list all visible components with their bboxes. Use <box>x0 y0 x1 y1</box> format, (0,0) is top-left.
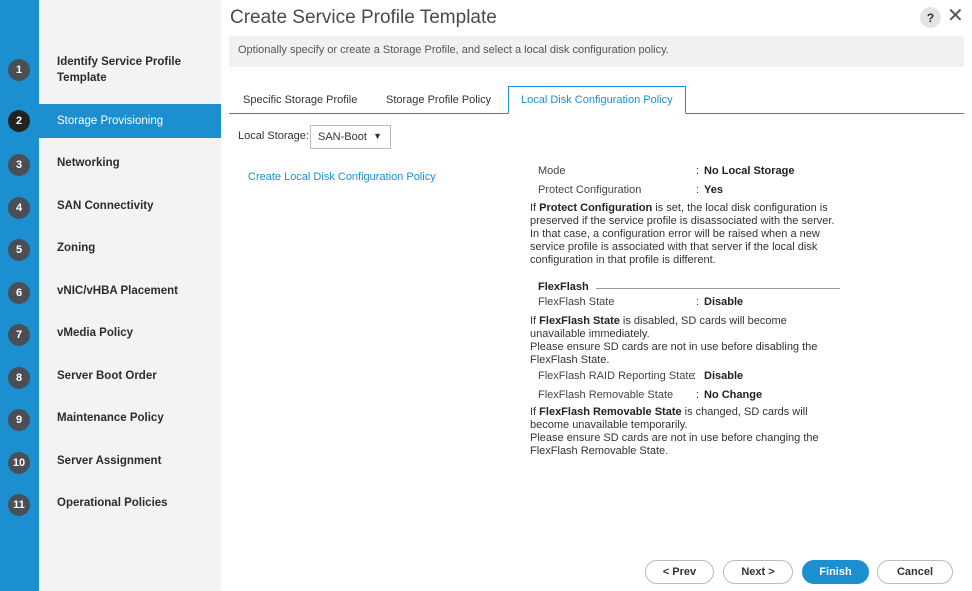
step-label: Server Assignment <box>57 455 162 467</box>
step-vnic-vhba-placement[interactable]: 6 vNIC/vHBA Placement <box>8 276 221 306</box>
flexflash-removable-value: No Change <box>704 389 763 401</box>
step-number: 5 <box>8 239 30 261</box>
step-number: 10 <box>8 452 30 474</box>
chevron-down-icon: ▼ <box>373 131 382 141</box>
mode-label: Mode <box>538 165 566 177</box>
step-number: 3 <box>8 154 30 176</box>
step-label: Storage Provisioning <box>57 115 164 127</box>
finish-button[interactable]: Finish <box>802 560 869 584</box>
protect-configuration-label: Protect Configuration <box>538 184 642 196</box>
note-emphasis: FlexFlash State <box>539 315 620 327</box>
step-label: vNIC/vHBA Placement <box>57 285 179 297</box>
separator: : <box>696 296 700 308</box>
step-label: Maintenance Policy <box>57 412 164 424</box>
tab-specific-storage-profile[interactable]: Specific Storage Profile <box>243 86 357 114</box>
description-banner: Optionally specify or create a Storage P… <box>229 36 964 67</box>
step-label: Identify Service Profile Template <box>57 56 181 84</box>
separator: : <box>696 165 700 177</box>
step-identify-service-profile-template[interactable]: 1 Identify Service Profile Template <box>8 48 221 92</box>
step-label: SAN Connectivity <box>57 200 154 212</box>
next-button[interactable]: Next > <box>723 560 793 584</box>
flexflash-state-value: Disable <box>704 296 744 308</box>
close-icon[interactable]: ✕ <box>947 5 964 27</box>
flexflash-state-note: If FlexFlash State is disabled, SD cards… <box>530 315 840 367</box>
protect-configuration-row: Protect Configuration : Yes <box>538 184 858 198</box>
mode-value: No Local Storage <box>704 165 795 177</box>
note-text: Please ensure SD cards are not in use be… <box>530 432 819 457</box>
protect-configuration-note: If Protect Configuration is set, the loc… <box>530 202 840 267</box>
note-emphasis: Protect Configuration <box>539 202 653 214</box>
flexflash-removable-row: FlexFlash Removable State : No Change <box>538 389 858 403</box>
step-server-boot-order[interactable]: 8 Server Boot Order <box>8 361 221 391</box>
step-number: 11 <box>8 494 30 516</box>
step-vmedia-policy[interactable]: 7 vMedia Policy <box>8 318 221 348</box>
step-storage-provisioning[interactable]: 2 Storage Provisioning <box>8 104 221 138</box>
step-number: 1 <box>8 59 30 81</box>
separator: : <box>693 370 697 382</box>
create-local-disk-policy-link[interactable]: Create Local Disk Configuration Policy <box>248 171 436 183</box>
tab-storage-profile-policy[interactable]: Storage Profile Policy <box>386 86 491 114</box>
step-label: vMedia Policy <box>57 327 134 339</box>
step-label: Networking <box>57 157 120 169</box>
step-label: Operational Policies <box>57 497 168 509</box>
step-label: Zoning <box>57 242 96 254</box>
step-number: 6 <box>8 282 30 304</box>
mode-row: Mode : No Local Storage <box>538 165 858 179</box>
step-number: 2 <box>8 110 30 132</box>
prev-button[interactable]: < Prev <box>645 560 714 584</box>
step-number: 4 <box>8 197 30 219</box>
help-icon[interactable]: ? <box>920 7 941 28</box>
local-storage-dropdown[interactable]: SAN-Boot ▼ <box>310 125 391 149</box>
section-divider <box>596 288 840 289</box>
flexflash-removable-label: FlexFlash Removable State <box>538 389 674 401</box>
flexflash-raid-reporting-row: FlexFlash RAID Reporting State : Disable <box>538 370 858 384</box>
step-operational-policies[interactable]: 11 Operational Policies <box>8 488 221 518</box>
note-emphasis: FlexFlash Removable State <box>539 406 682 418</box>
step-maintenance-policy[interactable]: 9 Maintenance Policy <box>8 403 221 433</box>
step-zoning[interactable]: 5 Zoning <box>8 233 221 263</box>
description-text: Optionally specify or create a Storage P… <box>238 44 669 56</box>
flexflash-removable-note: If FlexFlash Removable State is changed,… <box>530 406 840 458</box>
wizard-steps: 1 Identify Service Profile Template 2 St… <box>8 0 221 591</box>
flexflash-section-header: FlexFlash <box>538 281 589 293</box>
flexflash-raid-reporting-label: FlexFlash RAID Reporting State <box>538 370 695 382</box>
note-text: If <box>530 406 540 418</box>
step-number: 9 <box>8 409 30 431</box>
flexflash-raid-reporting-value: Disable <box>704 370 744 382</box>
step-server-assignment[interactable]: 10 Server Assignment <box>8 446 221 476</box>
wizard-main-panel: Create Service Profile Template ? ✕ Opti… <box>221 0 972 591</box>
cancel-button[interactable]: Cancel <box>877 560 953 584</box>
separator: : <box>696 184 700 196</box>
protect-configuration-value: Yes <box>704 184 723 196</box>
step-number: 8 <box>8 367 30 389</box>
step-number: 7 <box>8 324 30 346</box>
flexflash-state-label: FlexFlash State <box>538 296 615 308</box>
page-title: Create Service Profile Template <box>230 7 497 28</box>
note-text: Please ensure SD cards are not in use be… <box>530 341 818 366</box>
tab-bar: Specific Storage Profile Storage Profile… <box>229 86 964 114</box>
step-networking[interactable]: 3 Networking <box>8 148 221 178</box>
step-san-connectivity[interactable]: 4 SAN Connectivity <box>8 191 221 221</box>
note-text: If <box>530 315 540 327</box>
flexflash-state-row: FlexFlash State : Disable <box>538 296 858 310</box>
local-storage-label: Local Storage: <box>238 130 309 142</box>
separator: : <box>696 389 700 401</box>
step-label: Server Boot Order <box>57 370 157 382</box>
local-storage-selected-value: SAN-Boot <box>318 131 367 143</box>
note-text: If <box>530 202 540 214</box>
tab-local-disk-configuration-policy[interactable]: Local Disk Configuration Policy <box>508 86 686 114</box>
